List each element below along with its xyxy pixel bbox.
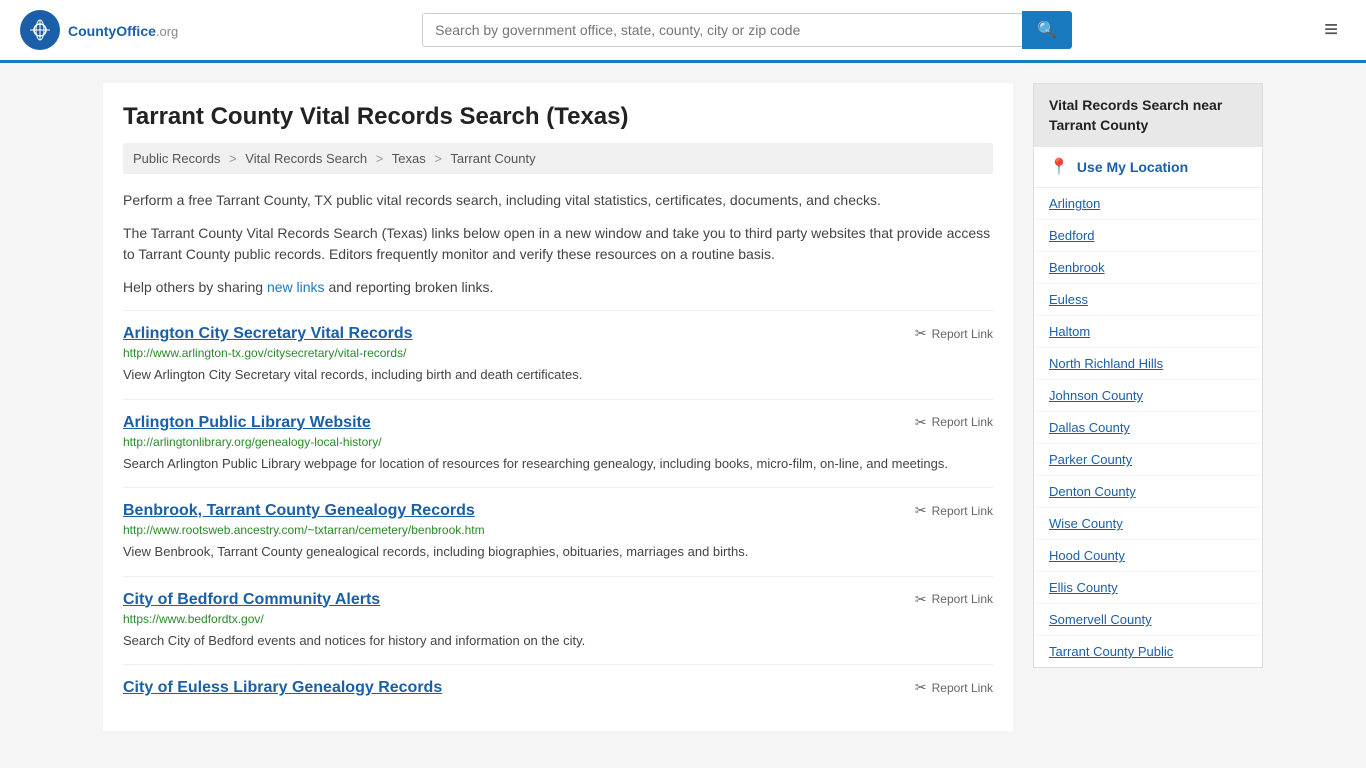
scissors-icon: ✂ [915,325,927,342]
sidebar-link-haltom[interactable]: Haltom [1034,316,1262,348]
logo-icon [20,10,60,50]
breadcrumb: Public Records > Vital Records Search > … [123,143,993,174]
site-header: CountyOffice.org 🔍 ≡ [0,0,1366,63]
breadcrumb-public-records[interactable]: Public Records [133,151,220,166]
menu-button[interactable]: ≡ [1316,12,1346,48]
left-column: Tarrant County Vital Records Search (Tex… [103,83,1013,731]
result-title[interactable]: City of Euless Library Genealogy Records [123,679,442,697]
sidebar-bottom-label[interactable]: Tarrant County Public [1034,636,1262,667]
search-input[interactable] [422,13,1022,47]
sidebar-link-ellis-county[interactable]: Ellis County [1034,572,1262,604]
result-item: Arlington Public Library Website ✂ Repor… [123,399,993,488]
result-url[interactable]: https://www.bedfordtx.gov/ [123,612,993,626]
result-title[interactable]: Arlington City Secretary Vital Records [123,325,413,343]
result-item: Arlington City Secretary Vital Records ✂… [123,310,993,399]
breadcrumb-texas[interactable]: Texas [392,151,426,166]
scissors-icon: ✂ [915,414,927,431]
breadcrumb-vital-records[interactable]: Vital Records Search [245,151,367,166]
sidebar-box: Vital Records Search near Tarrant County… [1033,83,1263,668]
sidebar-link-parker-county[interactable]: Parker County [1034,444,1262,476]
sidebar-header: Vital Records Search near Tarrant County [1034,84,1262,147]
scissors-icon: ✂ [915,591,927,608]
hamburger-icon: ≡ [1324,16,1338,43]
result-item: City of Euless Library Genealogy Records… [123,664,993,711]
scissors-icon: ✂ [915,679,927,696]
desc3-prefix: Help others by sharing [123,279,267,295]
result-url[interactable]: http://arlingtonlibrary.org/genealogy-lo… [123,435,993,449]
report-link-button[interactable]: ✂ Report Link [915,679,993,696]
result-description: Search Arlington Public Library webpage … [123,454,993,474]
report-link-button[interactable]: ✂ Report Link [915,414,993,431]
sidebar-link-denton-county[interactable]: Denton County [1034,476,1262,508]
result-url[interactable]: http://www.rootsweb.ancestry.com/~txtarr… [123,523,993,537]
result-header: City of Bedford Community Alerts ✂ Repor… [123,591,993,609]
search-button[interactable]: 🔍 [1022,11,1072,49]
use-my-location-button[interactable]: 📍 Use My Location [1034,147,1262,188]
logo-area: CountyOffice.org [20,10,178,50]
sidebar-link-euless[interactable]: Euless [1034,284,1262,316]
desc3-suffix: and reporting broken links. [325,279,494,295]
description-2: The Tarrant County Vital Records Search … [123,223,993,265]
result-title[interactable]: Arlington Public Library Website [123,414,371,432]
sidebar: Vital Records Search near Tarrant County… [1033,83,1263,731]
sidebar-link-somervell-county[interactable]: Somervell County [1034,604,1262,636]
result-item: Benbrook, Tarrant County Genealogy Recor… [123,487,993,576]
result-url[interactable]: http://www.arlington-tx.gov/citysecretar… [123,346,993,360]
sidebar-link-north-richland-hills[interactable]: North Richland Hills [1034,348,1262,380]
description-3: Help others by sharing new links and rep… [123,277,993,298]
pin-icon: 📍 [1049,157,1069,177]
search-area: 🔍 [422,11,1072,49]
search-icon: 🔍 [1037,22,1057,39]
sidebar-link-benbrook[interactable]: Benbrook [1034,252,1262,284]
description-1: Perform a free Tarrant County, TX public… [123,190,993,211]
result-description: View Benbrook, Tarrant County genealogic… [123,542,993,562]
sidebar-link-arlington[interactable]: Arlington [1034,188,1262,220]
result-description: View Arlington City Secretary vital reco… [123,365,993,385]
report-link-button[interactable]: ✂ Report Link [915,502,993,519]
result-title[interactable]: Benbrook, Tarrant County Genealogy Recor… [123,502,475,520]
result-header: City of Euless Library Genealogy Records… [123,679,993,697]
report-link-button[interactable]: ✂ Report Link [915,325,993,342]
sidebar-link-dallas-county[interactable]: Dallas County [1034,412,1262,444]
result-description: Search City of Bedford events and notice… [123,631,993,651]
sidebar-link-hood-county[interactable]: Hood County [1034,540,1262,572]
new-links-link[interactable]: new links [267,279,325,295]
result-title[interactable]: City of Bedford Community Alerts [123,591,380,609]
result-header: Arlington City Secretary Vital Records ✂… [123,325,993,343]
main-content: Tarrant County Vital Records Search (Tex… [83,63,1283,751]
report-link-button[interactable]: ✂ Report Link [915,591,993,608]
result-item: City of Bedford Community Alerts ✂ Repor… [123,576,993,665]
logo-text: CountyOffice.org [68,20,178,41]
sidebar-link-bedford[interactable]: Bedford [1034,220,1262,252]
breadcrumb-tarrant[interactable]: Tarrant County [450,151,535,166]
scissors-icon: ✂ [915,502,927,519]
sidebar-link-wise-county[interactable]: Wise County [1034,508,1262,540]
result-header: Arlington Public Library Website ✂ Repor… [123,414,993,432]
sidebar-link-johnson-county[interactable]: Johnson County [1034,380,1262,412]
result-header: Benbrook, Tarrant County Genealogy Recor… [123,502,993,520]
page-title: Tarrant County Vital Records Search (Tex… [123,103,993,131]
use-my-location-label: Use My Location [1077,159,1188,175]
